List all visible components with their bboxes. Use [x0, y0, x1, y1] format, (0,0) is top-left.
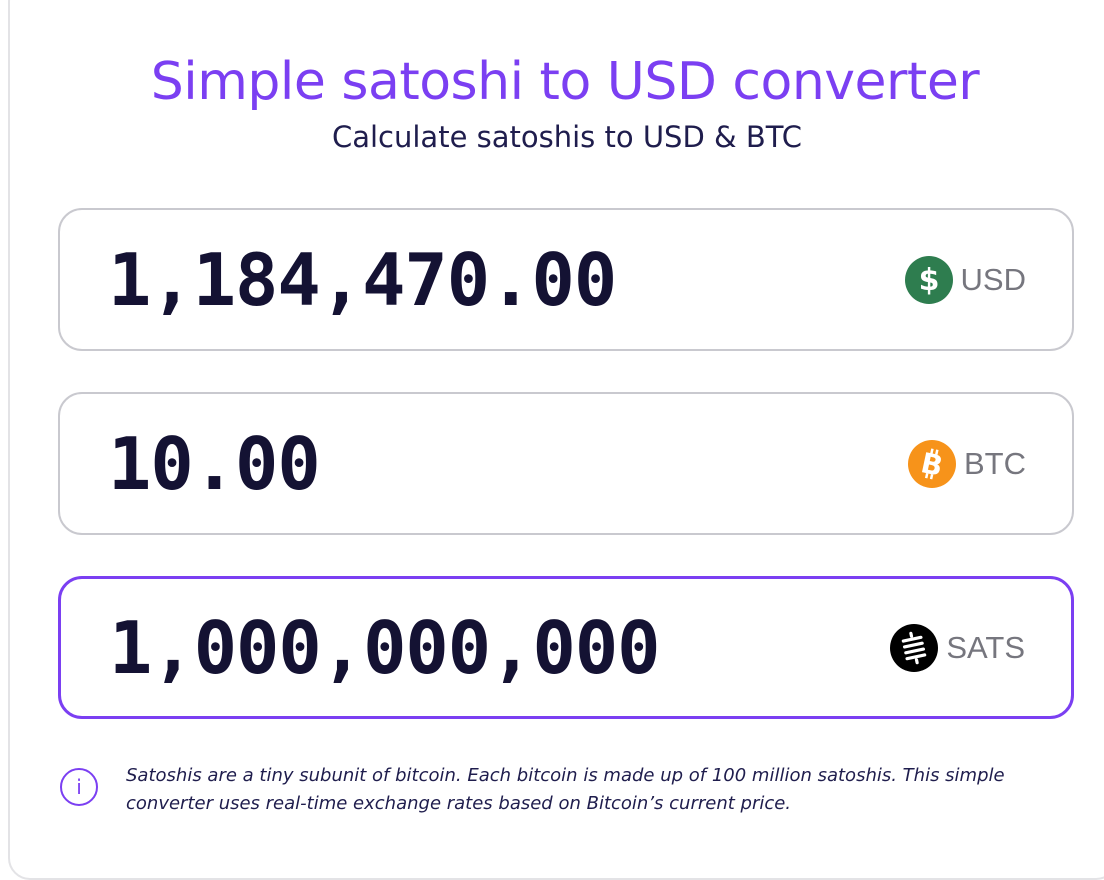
info-text: Satoshis are a tiny subunit of bitcoin. …	[126, 765, 1005, 814]
sats-amount-input[interactable]	[109, 579, 809, 716]
btc-unit-label: B BTC	[908, 394, 1026, 533]
svg-text:$: $	[918, 263, 939, 298]
sats-field[interactable]: SATS	[58, 576, 1074, 719]
page-subtitle: Calculate satoshis to USD & BTC	[331, 120, 803, 154]
info-icon: i	[60, 768, 98, 806]
dollar-coin-icon: $	[904, 255, 953, 304]
usd-amount-input[interactable]	[108, 210, 808, 349]
btc-field[interactable]: B BTC	[58, 392, 1074, 535]
page-title: Simple satoshi to USD converter	[150, 52, 980, 112]
usd-unit-label: $ USD	[904, 210, 1026, 349]
sats-coin-icon	[890, 623, 939, 672]
btc-amount-input[interactable]	[108, 394, 808, 533]
usd-unit-text: USD	[960, 261, 1026, 297]
btc-unit-text: BTC	[964, 445, 1026, 481]
sats-unit-text: SATS	[946, 629, 1025, 665]
bitcoin-coin-icon: B	[908, 439, 956, 488]
sats-unit-label: SATS	[890, 579, 1025, 716]
usd-field[interactable]: $ USD	[58, 208, 1074, 351]
